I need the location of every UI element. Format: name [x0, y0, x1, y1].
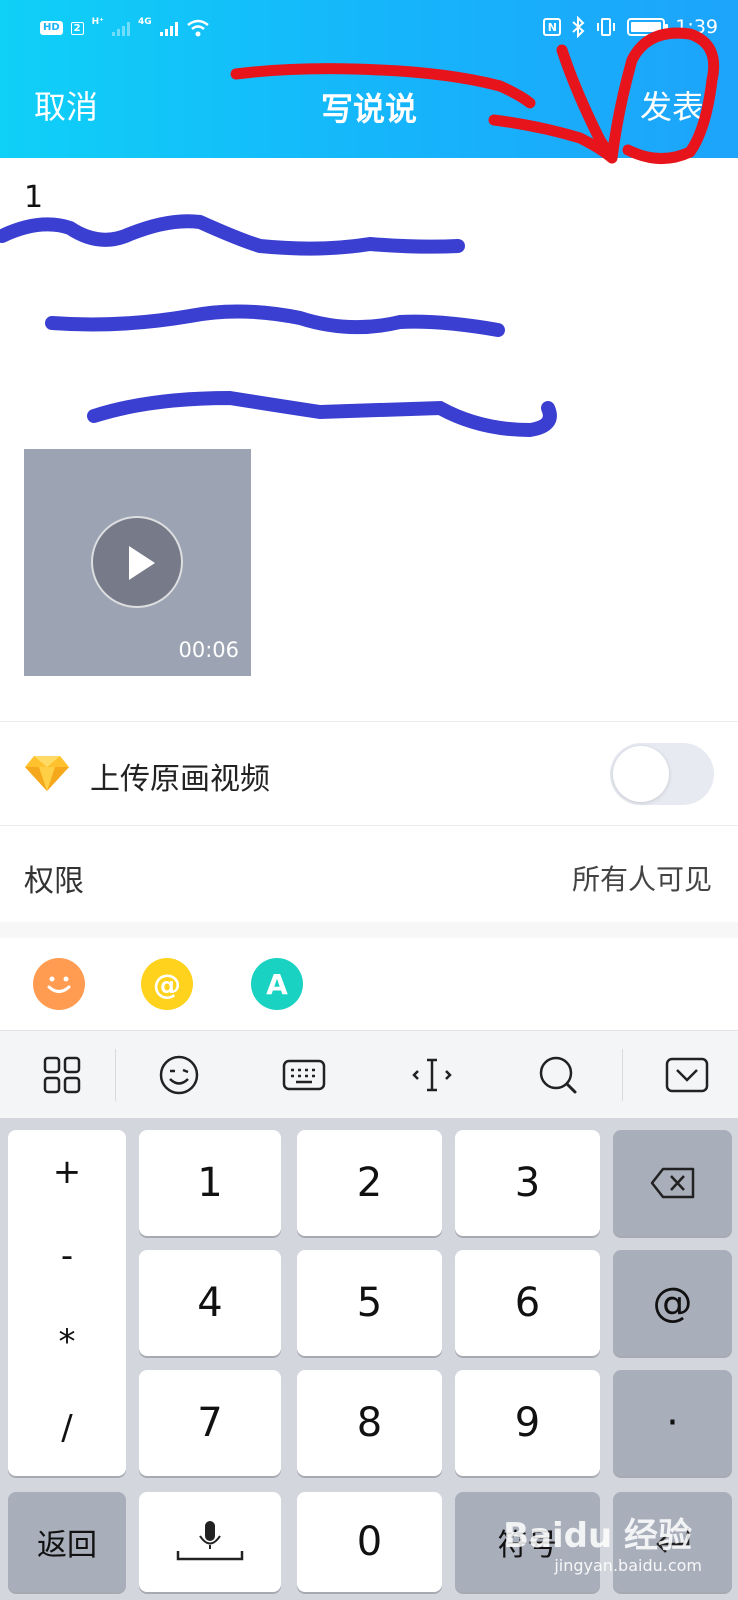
play-icon[interactable] [91, 516, 183, 608]
backspace-key[interactable] [613, 1130, 732, 1236]
battery-icon [627, 18, 669, 36]
backspace-icon [650, 1167, 694, 1199]
key-9[interactable]: 9 [455, 1370, 600, 1476]
hide-keyboard-icon[interactable] [663, 1051, 711, 1099]
font-style-icon[interactable]: A [251, 958, 303, 1010]
key-plus[interactable]: + [8, 1152, 126, 1192]
toolbar-separator [622, 1049, 623, 1101]
toolbar-separator [115, 1049, 116, 1101]
page-title: 写说说 [320, 90, 417, 128]
keyboard-icon[interactable] [280, 1051, 328, 1099]
microphone-icon [176, 1521, 244, 1561]
search-icon[interactable] [534, 1051, 582, 1099]
cursor-move-icon[interactable] [408, 1051, 456, 1099]
upload-original-row: 上传原画视频 [0, 722, 738, 824]
key-1[interactable]: 1 [139, 1130, 281, 1236]
network-type-2: 4G [137, 17, 152, 27]
key-divide[interactable]: / [8, 1408, 126, 1448]
blue-scribble-2 [45, 304, 505, 337]
compose-tools: @ A [0, 938, 738, 1030]
key-5[interactable]: 5 [297, 1250, 442, 1356]
sim-indicator: 2 [70, 21, 84, 35]
header-bar: HD 2 H⁺ 4G N 1:39 取消 写说说 发表 [0, 0, 738, 158]
post-button[interactable]: 发表 [640, 82, 704, 128]
section-gap [0, 922, 738, 938]
emoji-icon[interactable] [33, 958, 85, 1010]
hd-badge: HD [40, 21, 63, 35]
smile-icon [47, 976, 71, 993]
permission-label: 权限 [24, 864, 84, 899]
network-type-1: H⁺ [91, 17, 104, 27]
post-text-input[interactable]: 1 [24, 180, 43, 215]
vibrate-icon [597, 18, 616, 36]
key-minus[interactable]: - [8, 1236, 126, 1276]
key-dot[interactable]: · [613, 1370, 732, 1476]
apps-grid-icon[interactable] [38, 1051, 86, 1099]
baidu-watermark-url: jingyan.baidu.com [554, 1556, 702, 1575]
blue-scribble-3 [87, 390, 557, 438]
toggle-knob [613, 746, 669, 802]
blue-scribble-1 [0, 214, 465, 256]
keyboard-toolbar [0, 1030, 738, 1118]
status-bar-right: N 1:39 [543, 14, 718, 40]
permission-row[interactable]: 权限 所有人可见 [0, 826, 738, 922]
back-key[interactable]: 返回 [8, 1492, 126, 1592]
signal-bars-2-icon [159, 20, 178, 36]
status-bar-left: HD 2 H⁺ 4G [40, 16, 210, 40]
mention-icon[interactable]: @ [141, 958, 193, 1010]
key-2[interactable]: 2 [297, 1130, 442, 1236]
key-4[interactable]: 4 [139, 1250, 281, 1356]
signal-bars-1-icon [111, 20, 130, 36]
symbol-column[interactable]: + - * / [8, 1130, 126, 1476]
key-8[interactable]: 8 [297, 1370, 442, 1476]
bluetooth-icon [572, 16, 585, 38]
key-7[interactable]: 7 [139, 1370, 281, 1476]
clock: 1:39 [675, 16, 718, 38]
voice-key[interactable] [139, 1492, 281, 1592]
emoji-keyboard-icon[interactable] [155, 1051, 203, 1099]
upload-original-label: 上传原画视频 [90, 762, 270, 797]
key-6[interactable]: 6 [455, 1250, 600, 1356]
video-duration: 00:06 [178, 638, 239, 662]
key-0[interactable]: 0 [297, 1492, 442, 1592]
wifi-icon [186, 19, 209, 37]
diamond-icon [25, 756, 69, 791]
video-thumbnail[interactable]: 00:06 [24, 449, 251, 676]
screen: HD 2 H⁺ 4G N 1:39 取消 写说说 发表 1 00:06 上传原画… [0, 0, 738, 1600]
baidu-watermark: Baidu 经验 [503, 1516, 692, 1556]
key-multiply[interactable]: * [8, 1322, 126, 1362]
key-at[interactable]: @ [613, 1250, 732, 1356]
key-3[interactable]: 3 [455, 1130, 600, 1236]
permission-value[interactable]: 所有人可见 [572, 858, 712, 898]
upload-original-toggle[interactable] [610, 743, 714, 805]
nfc-icon: N [543, 18, 562, 36]
